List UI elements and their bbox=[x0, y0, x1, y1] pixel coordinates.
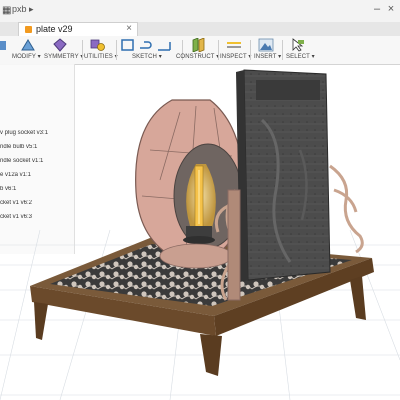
design-file-icon bbox=[25, 26, 32, 33]
picture-panel[interactable] bbox=[236, 69, 331, 282]
toolbar-separator bbox=[82, 40, 83, 60]
close-window-icon[interactable]: × bbox=[386, 3, 396, 15]
minimize-icon[interactable]: – bbox=[372, 3, 382, 15]
utilities-icon bbox=[90, 39, 105, 51]
utilities-label: UTILITIES ▾ bbox=[84, 54, 118, 60]
filigree-bracket-right[interactable] bbox=[329, 164, 364, 254]
sketch-label: SKETCH ▾ bbox=[132, 54, 162, 60]
symmetry-icon bbox=[53, 38, 67, 52]
construct-icon bbox=[192, 38, 205, 52]
grid-icon[interactable]: ▦ bbox=[2, 5, 11, 17]
modify-tool[interactable]: MODIFY ▾ bbox=[12, 36, 46, 64]
inspect-tool[interactable]: INSPECT ▾ bbox=[220, 36, 252, 64]
arc-icon bbox=[158, 42, 171, 51]
select-tool[interactable]: SELECT ▾ bbox=[284, 36, 318, 64]
insert-icon bbox=[258, 38, 274, 52]
construct-tool[interactable]: CONSTRUCT ▾ bbox=[176, 36, 220, 64]
insert-label: INSERT ▾ bbox=[254, 54, 282, 60]
toolbar-separator bbox=[250, 40, 251, 60]
select-icon bbox=[292, 38, 304, 52]
tab-title: plate v29 bbox=[36, 24, 73, 34]
modify-label: MODIFY ▾ bbox=[12, 54, 41, 60]
fusion-window: ▦ pxb ▸ – × plate v29 × MODIFY ▾ SYMMETR… bbox=[0, 0, 400, 400]
breadcrumb[interactable]: pxb ▸ bbox=[12, 4, 34, 15]
symmetry-label: SYMMETRY ▾ bbox=[44, 54, 84, 60]
inspect-icon bbox=[227, 42, 241, 48]
construct-label: CONSTRUCT ▾ bbox=[176, 54, 220, 60]
symmetry-tool[interactable]: SYMMETRY ▾ bbox=[44, 36, 84, 64]
toolbar-separator bbox=[282, 40, 283, 60]
sketch-tool[interactable]: SKETCH ▾ bbox=[118, 36, 178, 64]
tab-close-icon[interactable]: × bbox=[126, 23, 132, 34]
select-label: SELECT ▾ bbox=[286, 54, 315, 60]
insert-tool[interactable]: INSERT ▾ bbox=[252, 36, 282, 64]
viewport-canvas[interactable] bbox=[0, 64, 400, 400]
inspect-label: INSPECT ▾ bbox=[220, 54, 252, 60]
toolbar-separator bbox=[218, 40, 219, 60]
tab-plate[interactable]: plate v29 × bbox=[18, 22, 138, 37]
title-bar: ▦ pxb ▸ – × bbox=[0, 0, 400, 23]
utilities-tool[interactable]: UTILITIES ▾ bbox=[84, 36, 118, 64]
modify-icon bbox=[21, 39, 35, 51]
sketch-icon bbox=[121, 39, 134, 51]
toolbar: MODIFY ▾ SYMMETRY ▾ UTILITIES ▾ SKETCH ▾… bbox=[0, 36, 400, 65]
line-icon bbox=[140, 41, 152, 49]
toolbar-separator bbox=[116, 40, 117, 60]
